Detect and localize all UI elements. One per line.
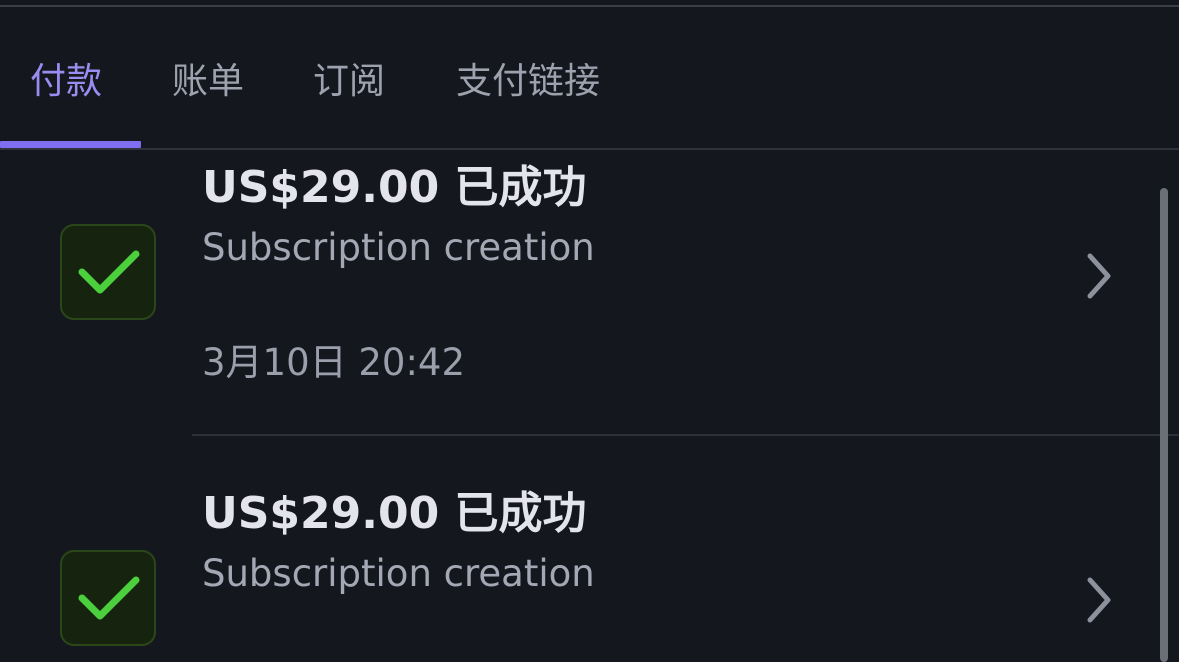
scrollbar[interactable] bbox=[1160, 188, 1168, 662]
active-tab-indicator bbox=[0, 141, 141, 148]
tab-bar: 付款 账单 订阅 支付链接 bbox=[0, 8, 1179, 150]
success-status-badge bbox=[60, 550, 156, 646]
chevron-right-icon bbox=[1087, 577, 1111, 623]
payment-timestamp: 3月10日 20:42 bbox=[202, 341, 466, 384]
payment-description: Subscription creation bbox=[202, 226, 595, 269]
chevron-right-icon bbox=[1087, 253, 1111, 299]
checkmark-icon bbox=[78, 576, 140, 620]
payment-amount-status: US$29.00 已成功 bbox=[202, 162, 587, 213]
tab-payments[interactable]: 付款 bbox=[30, 60, 102, 104]
payment-amount-status: US$29.00 已成功 bbox=[202, 488, 587, 539]
top-divider bbox=[0, 0, 1179, 7]
success-status-badge bbox=[60, 224, 156, 320]
tab-payment-links[interactable]: 支付链接 bbox=[456, 60, 600, 104]
checkmark-icon bbox=[78, 250, 140, 294]
payment-row[interactable]: US$29.00 已成功 Subscription creation bbox=[0, 436, 1179, 662]
tab-invoices[interactable]: 账单 bbox=[172, 60, 244, 104]
tab-subscriptions[interactable]: 订阅 bbox=[313, 60, 385, 104]
payment-description: Subscription creation bbox=[202, 552, 595, 595]
payment-row[interactable]: US$29.00 已成功 Subscription creation 3月10日… bbox=[0, 150, 1179, 435]
payment-list: US$29.00 已成功 Subscription creation 3月10日… bbox=[0, 150, 1179, 662]
